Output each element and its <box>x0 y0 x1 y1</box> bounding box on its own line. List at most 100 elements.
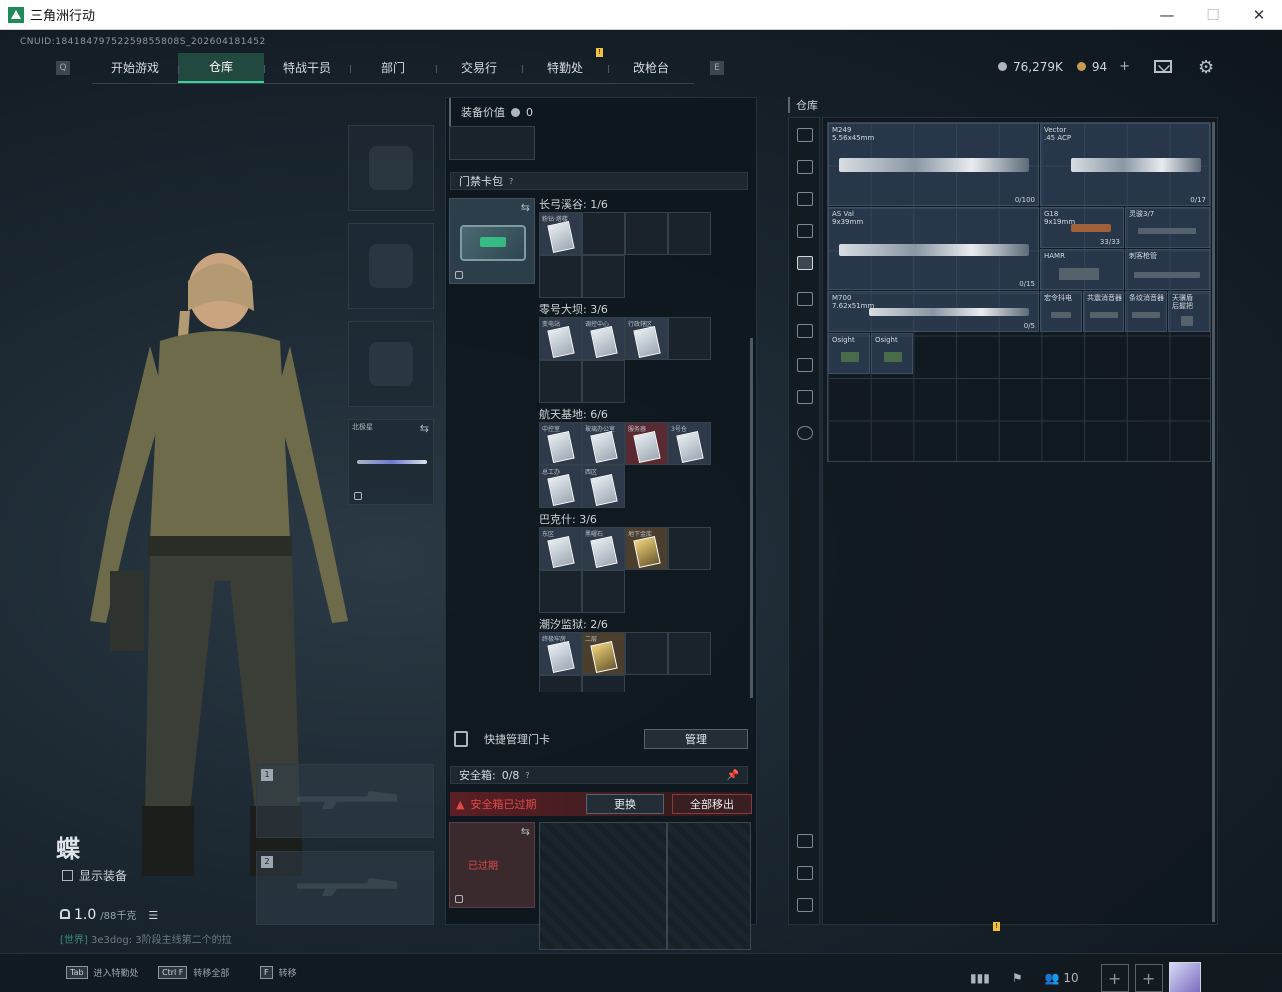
warehouse-item[interactable]: G18 9x19mm 33/33 <box>1040 207 1124 248</box>
swap-icon[interactable]: ⇆ <box>420 422 429 435</box>
bag-filter-icon[interactable] <box>797 324 813 338</box>
keycard-slot[interactable]: 调控中心 <box>582 317 625 360</box>
keycard-slot[interactable] <box>582 570 625 613</box>
keycard-slot[interactable]: 3号仓 <box>668 422 711 465</box>
maximize-button[interactable]: ☐ <box>1190 0 1236 30</box>
manage-button[interactable]: 管理 <box>644 729 748 749</box>
previous-slot[interactable] <box>449 126 535 160</box>
primary-weapon-slot-2[interactable]: 2 <box>256 851 434 925</box>
keycard-pack-item[interactable]: ⇆ <box>449 198 535 284</box>
nav-prev-key[interactable]: Q <box>56 61 70 75</box>
keycard-slot[interactable]: 黑曜石 <box>582 527 625 570</box>
warehouse-item[interactable]: 天骥盾 后握把 <box>1168 291 1210 332</box>
add-currency-button[interactable]: + <box>1119 59 1130 74</box>
weapon-filter-icon[interactable] <box>797 256 813 270</box>
show-equipment-toggle[interactable]: 显示装备 <box>62 867 127 884</box>
tab-warehouse[interactable]: 仓库 <box>178 52 264 83</box>
stats-icon[interactable]: ▮▮▮ <box>970 971 990 985</box>
keycard-slot[interactable] <box>539 360 582 403</box>
sort-icon[interactable] <box>797 834 813 848</box>
keycard-slot[interactable] <box>539 675 582 692</box>
warehouse-item[interactable]: AS Val 9x39mm 0/15 <box>828 207 1039 290</box>
tab-department[interactable]: 部门 <box>350 53 436 83</box>
hint-transfer[interactable]: F 转移 <box>260 966 297 979</box>
warehouse-scrollbar[interactable] <box>1212 122 1215 922</box>
add-slot-button[interactable]: + <box>1134 964 1163 992</box>
world-chat[interactable]: [世界] 3e3dog: 3阶段主线第二个的拉 <box>60 931 232 946</box>
warehouse-item[interactable]: M249 5.56x45mm 0/100 <box>828 123 1039 206</box>
warehouse-item[interactable]: 刺客枪管 <box>1125 249 1210 290</box>
replace-button[interactable]: 更换 <box>586 794 664 814</box>
weapon-filter-icon[interactable] <box>797 160 813 174</box>
keycard-slot[interactable] <box>668 317 711 360</box>
keycard-slot[interactable]: 粉钻·塔楼 <box>539 212 582 255</box>
item-filter-icon[interactable] <box>797 390 813 404</box>
layers-icon[interactable] <box>797 866 813 880</box>
keycard-slot[interactable]: 西区 <box>582 465 625 508</box>
keycard-slot[interactable]: 变电站 <box>539 317 582 360</box>
help-icon[interactable]: ? <box>525 771 529 780</box>
tab-gunsmith[interactable]: 改枪台 <box>608 53 694 83</box>
keycard-slot[interactable] <box>668 632 711 675</box>
weapon-filter-icon[interactable] <box>797 224 813 238</box>
keycard-slot[interactable]: 总工办 <box>539 465 582 508</box>
melee-slot[interactable]: 北极星 ⇆ <box>348 419 434 505</box>
move-all-button[interactable]: 全部移出 <box>672 794 752 814</box>
keycard-slot[interactable]: 服务器 <box>625 422 668 465</box>
keycard-slot[interactable] <box>539 570 582 613</box>
keycard-slot[interactable]: 中控室 <box>539 422 582 465</box>
nav-next-key[interactable]: E <box>710 61 724 75</box>
tab-operators[interactable]: 特战干员 <box>264 53 350 83</box>
pin-icon[interactable]: 📌 <box>727 770 739 781</box>
warehouse-item[interactable]: Osight <box>828 333 870 374</box>
keycard-scrollbar[interactable] <box>750 338 753 698</box>
armor-filter-icon[interactable] <box>797 292 813 306</box>
add-slot-button[interactable]: + <box>1100 964 1129 992</box>
settings-filter-icon[interactable] <box>797 426 813 440</box>
armor-slot[interactable] <box>348 223 434 309</box>
keycard-slot[interactable] <box>625 212 668 255</box>
keycard-slot[interactable] <box>582 360 625 403</box>
avatar[interactable] <box>1168 962 1201 992</box>
close-button[interactable]: ✕ <box>1236 0 1282 30</box>
keycard-slot[interactable] <box>668 212 711 255</box>
keycard-slot[interactable]: 玻璃办公室 <box>582 422 625 465</box>
warehouse-item[interactable]: 条纹消音器 <box>1125 291 1167 332</box>
weapon-filter-icon[interactable] <box>797 192 813 206</box>
tab-trade[interactable]: 交易行 <box>436 53 522 83</box>
keycard-slot[interactable] <box>668 527 711 570</box>
keycard-slot[interactable]: 东区 <box>539 527 582 570</box>
warehouse-item[interactable]: Vector .45 ACP 0/17 <box>1040 123 1210 206</box>
warehouse-item[interactable]: 灵骏3/7 <box>1125 207 1210 248</box>
show-equipment-checkbox[interactable] <box>62 870 73 881</box>
swap-icon[interactable]: ⇆ <box>521 201 530 214</box>
hint-enter-special-ops[interactable]: Tab 进入特勤处 <box>66 966 139 979</box>
safe-box-item[interactable]: ⇆ 已过期 <box>449 822 535 908</box>
pistol-slot[interactable] <box>348 321 434 407</box>
primary-weapon-slot-1[interactable]: 1 <box>256 764 434 838</box>
gear-icon[interactable]: ⚙ <box>1198 57 1214 78</box>
warehouse-item[interactable]: M700 7.62x51mm 0/5 <box>828 291 1039 332</box>
warehouse-item[interactable]: Osight <box>871 333 913 374</box>
keycard-slot[interactable] <box>582 255 625 298</box>
rig-filter-icon[interactable] <box>797 358 813 372</box>
helmet-slot[interactable] <box>348 125 434 211</box>
flag-icon[interactable]: ⚑ <box>1012 971 1023 985</box>
keycard-slot[interactable]: 行政辖区 <box>625 317 668 360</box>
keycard-slot[interactable] <box>582 675 625 692</box>
keycard-slot[interactable] <box>625 632 668 675</box>
warehouse-item[interactable]: HAMR <box>1040 249 1124 290</box>
help-icon[interactable]: ? <box>509 177 513 186</box>
keycard-slot[interactable] <box>582 212 625 255</box>
keycard-slot[interactable]: 二层 <box>582 632 625 675</box>
friends-button[interactable]: 👥 10 <box>1045 971 1079 985</box>
extend-icon[interactable] <box>797 898 813 912</box>
safe-box-slot[interactable] <box>667 822 751 950</box>
swap-icon[interactable]: ⇆ <box>521 825 530 838</box>
mail-icon[interactable] <box>1154 60 1172 73</box>
safe-box-slot[interactable] <box>539 822 667 950</box>
helmet-filter-icon[interactable] <box>797 128 813 142</box>
keycard-slot[interactable]: 地下金库 <box>625 527 668 570</box>
warehouse-item[interactable]: 宏令抖电 <box>1040 291 1082 332</box>
keycard-slot[interactable]: 终极牢房 <box>539 632 582 675</box>
